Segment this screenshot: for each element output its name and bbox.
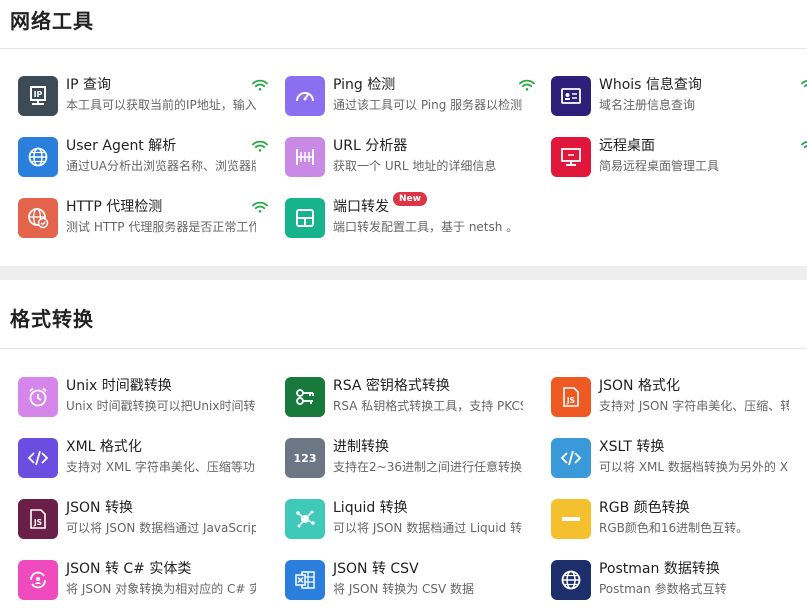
tool-item[interactable]: IP IP 查询本工具可以获取当前的IP地址，输入 [18,76,268,120]
tool-item[interactable]: JSON 转 C# 实体类将 JSON 对象转换为相对应的 C# 实 [18,560,268,604]
tool-description: 本工具可以获取当前的IP地址，输入 [66,98,256,112]
section-title: 格式转换 [10,307,94,331]
globe-icon [551,560,591,600]
tool-name: Postman 数据转换 [599,561,720,577]
alarm-clock-icon [18,377,58,417]
key-icon [285,377,325,417]
tool-item[interactable]: RSA 密钥格式转换 RSA 私钥格式转换工具，支持 PKCS [285,377,535,421]
tool-item[interactable]: XSLT 转换可以将 XML 数据档转换为另外的 X [551,438,801,482]
tool-description: 支持在2~36进制之间进行任意转换, [333,460,523,474]
code-icon [18,438,58,478]
numbers-icon: 123 [285,438,325,478]
tool-name: URL 分析器 [333,138,408,154]
tool-description: 域名注册信息查询 [599,98,696,112]
tool-description: Postman 参数格式互转 [599,582,727,596]
tool-name: XSLT 转换 [599,439,665,455]
tool-description: 端口转发配置工具，基于 netsh 。 [333,220,519,234]
tool-item[interactable]: HTTP 代理检测测试 HTTP 代理服务器是否正常工作 [18,198,268,242]
tool-description: 测试 HTTP 代理服务器是否正常工作 [66,220,256,234]
wifi-icon [519,76,535,91]
tool-item[interactable]: User Agent 解析通过UA分析出浏览器名称、浏览器版 [18,137,268,181]
id-card-icon [551,76,591,116]
section-divider [0,348,807,349]
excel-icon [285,560,325,600]
tool-description: RSA 私钥格式转换工具，支持 PKCS [333,399,523,413]
svg-text:IP: IP [34,90,43,99]
section-title: 网络工具 [10,9,94,33]
wifi-icon [801,76,807,88]
code-icon [551,438,591,478]
tool-item[interactable]: JS JSON 转换可以将 JSON 数据档通过 JavaScrip [18,499,268,543]
tool-name: RGB 颜色转换 [599,500,690,516]
globe-icon [18,137,58,177]
refresh-person-icon [18,560,58,600]
tool-name: Liquid 转换 [333,500,408,516]
tool-item[interactable]: Liquid 转换可以将 JSON 数据档通过 Liquid 转 [285,499,535,543]
tool-description: 简易远程桌面管理工具 [599,159,720,173]
tool-description: 通过该工具可以 Ping 服务器以检测 [333,98,523,112]
tool-name: 远程桌面 [599,138,655,154]
tool-item[interactable]: URL 分析器获取一个 URL 地址的详细信息 [285,137,535,181]
tool-name: 进制转换 [333,439,389,455]
minus-bar-icon [551,499,591,539]
tool-name: 端口转发 [333,199,389,215]
svg-text:JS: JS [566,396,575,405]
tool-description: RGB颜色和16进制色互转。 [599,521,749,535]
tool-description: 支持对 JSON 字符串美化、压缩、转 [599,399,789,413]
wifi-icon [801,137,807,149]
js-file-icon: JS [551,377,591,417]
section-divider [0,48,807,49]
wifi-icon [252,76,268,91]
tool-description: 获取一个 URL 地址的详细信息 [333,159,497,173]
tool-item[interactable]: 远程桌面简易远程桌面管理工具 [551,137,807,181]
tool-item[interactable]: 123 进制转换支持在2~36进制之间进行任意转换, [285,438,535,482]
tool-description: 将 JSON 转换为 CSV 数据 [333,582,475,596]
tool-name: Unix 时间戳转换 [66,378,172,394]
tool-name: JSON 转 CSV [333,561,419,577]
remote-desktop-icon [551,137,591,177]
tool-name: Whois 信息查询 [599,77,702,93]
tool-item[interactable]: 端口转发端口转发配置工具，基于 netsh 。 New [285,192,535,242]
wifi-icon [252,198,268,213]
tool-name: IP 查询 [66,77,112,93]
tool-name: User Agent 解析 [66,138,177,154]
tool-name: HTTP 代理检测 [66,199,163,215]
tool-item[interactable]: Whois 信息查询 域名注册信息查询 [551,76,807,120]
tool-name: XML 格式化 [66,439,142,455]
tool-description: Unix 时间戳转换可以把Unix时间转 [66,399,256,413]
tool-description: 可以将 XML 数据档转换为另外的 X [599,460,788,474]
tool-name: JSON 转 C# 实体类 [66,561,192,577]
tool-description: 支持对 XML 字符串美化、压缩等功 [66,460,255,474]
new-badge: New [393,192,427,206]
tool-name: JSON 转换 [66,500,133,516]
js-file-icon: JS [18,499,58,539]
gauge-icon [285,76,325,116]
tool-description: 通过UA分析出浏览器名称、浏览器版 [66,159,256,173]
tool-description: 可以将 JSON 数据档通过 Liquid 转 [333,521,523,535]
tool-item[interactable]: Postman 数据转换 Postman 参数格式互转 [551,560,801,604]
splash-icon [285,499,325,539]
tool-item[interactable]: JS JSON 格式化支持对 JSON 字符串美化、压缩、转 [551,377,801,421]
tool-item[interactable]: XML 格式化支持对 XML 字符串美化、压缩等功 [18,438,268,482]
svg-text:123: 123 [294,452,317,465]
layout-icon [285,198,325,238]
tool-name: Ping 检测 [333,77,396,93]
tool-name: JSON 格式化 [599,378,680,394]
svg-text:JS: JS [33,518,42,527]
tool-name: RSA 密钥格式转换 [333,378,450,394]
wifi-icon [252,137,268,152]
tool-item[interactable]: Ping 检测通过该工具可以 Ping 服务器以检测 [285,76,535,120]
globe-check-icon [18,198,58,238]
ip-icon: IP [18,76,58,116]
ruler-icon [285,137,325,177]
tool-description: 将 JSON 对象转换为相对应的 C# 实 [66,582,256,596]
section-gap [0,266,807,280]
tool-item[interactable]: JSON 转 CSV 将 JSON 转换为 CSV 数据 [285,560,535,604]
tool-description: 可以将 JSON 数据档通过 JavaScrip [66,521,256,535]
tool-item[interactable]: RGB 颜色转换 RGB颜色和16进制色互转。 [551,499,801,543]
tool-item[interactable]: Unix 时间戳转换 Unix 时间戳转换可以把Unix时间转 [18,377,268,421]
